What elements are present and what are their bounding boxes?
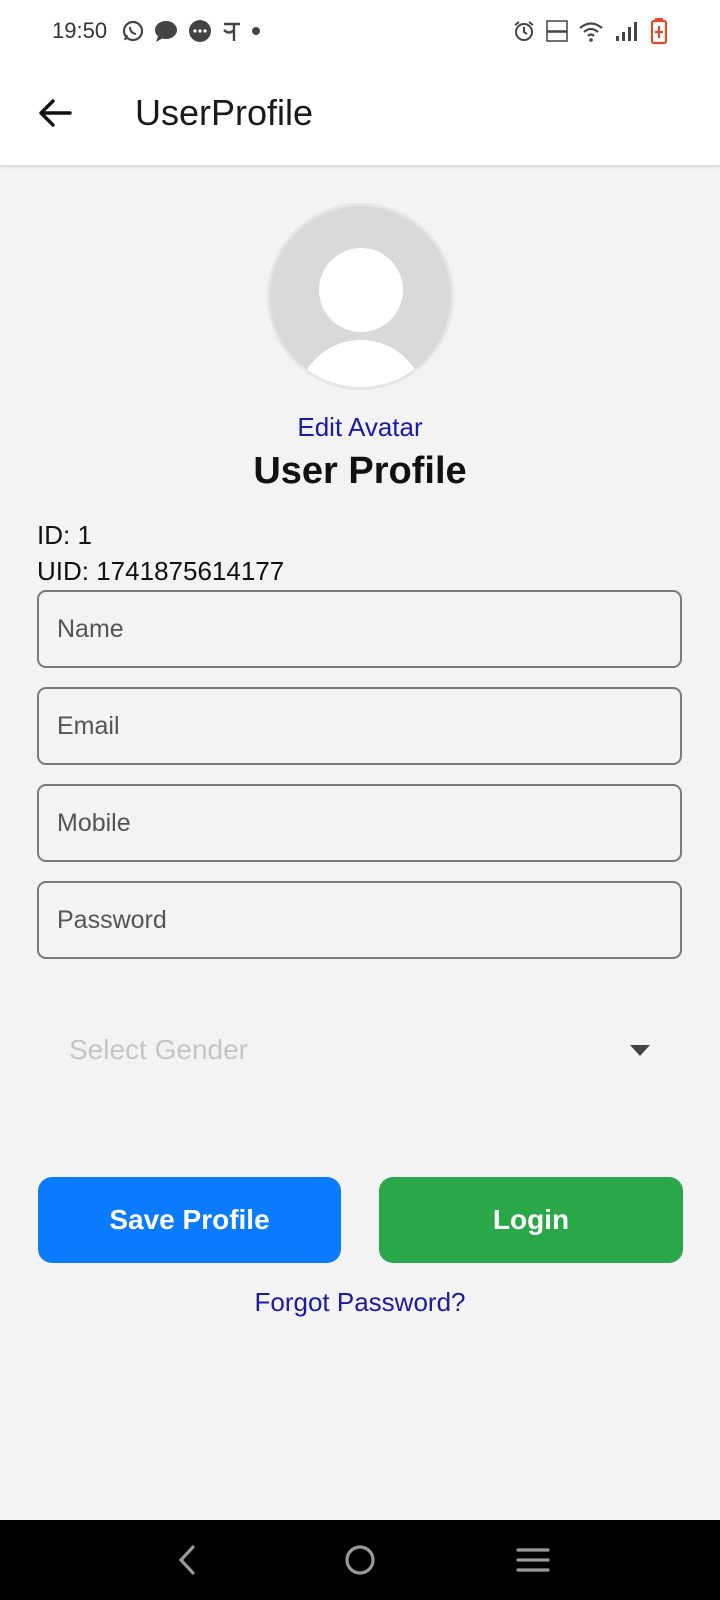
whatsapp-icon — [121, 19, 145, 43]
app-bar: UserProfile — [0, 62, 720, 165]
password-field[interactable] — [37, 881, 682, 959]
forgot-password-link[interactable]: Forgot Password? — [0, 1287, 720, 1318]
dot-icon — [251, 26, 261, 36]
system-icons — [512, 17, 668, 45]
arrow-left-icon — [39, 99, 72, 127]
email-field[interactable] — [37, 687, 682, 765]
avatar-placeholder-head — [318, 248, 403, 332]
nav-home-button[interactable] — [330, 1530, 390, 1590]
mobile-field[interactable] — [37, 784, 682, 862]
home-circle-icon — [345, 1545, 375, 1575]
chat-icon — [187, 19, 213, 43]
section-title: User Profile — [253, 450, 467, 492]
alarm-icon — [512, 19, 536, 43]
name-field[interactable] — [37, 590, 682, 668]
page-title: UserProfile — [135, 92, 314, 133]
status-bar: 19:50 — [0, 0, 720, 62]
user-id-text: ID: 1 — [37, 520, 92, 550]
menu-icon — [516, 1548, 550, 1572]
avatar[interactable] — [267, 203, 454, 390]
user-uid-text: UID: 1741875614177 — [37, 556, 285, 586]
gender-select-placeholder: Select Gender — [69, 1034, 248, 1065]
notification-icons — [121, 19, 261, 43]
status-time: 19:50 — [52, 18, 108, 43]
chevron-left-icon — [178, 1545, 195, 1575]
login-button[interactable]: Login — [379, 1177, 683, 1263]
save-profile-button[interactable]: Save Profile — [38, 1177, 341, 1263]
signal-icon — [614, 19, 640, 43]
nav-menu-button[interactable] — [503, 1530, 563, 1590]
caret-down-icon — [630, 1044, 650, 1056]
edit-avatar-link[interactable]: Edit Avatar — [0, 412, 720, 443]
wifi-icon — [578, 19, 604, 43]
avatar-placeholder-body — [296, 340, 425, 387]
gender-select[interactable]: Select Gender — [37, 1015, 682, 1085]
volte-icon — [546, 19, 568, 43]
system-nav-bar — [0, 1520, 720, 1600]
back-button[interactable] — [32, 90, 78, 136]
nav-back-button[interactable] — [157, 1530, 217, 1590]
battery-icon — [650, 17, 668, 45]
message-icon — [153, 19, 179, 43]
phonepe-icon — [221, 19, 243, 43]
